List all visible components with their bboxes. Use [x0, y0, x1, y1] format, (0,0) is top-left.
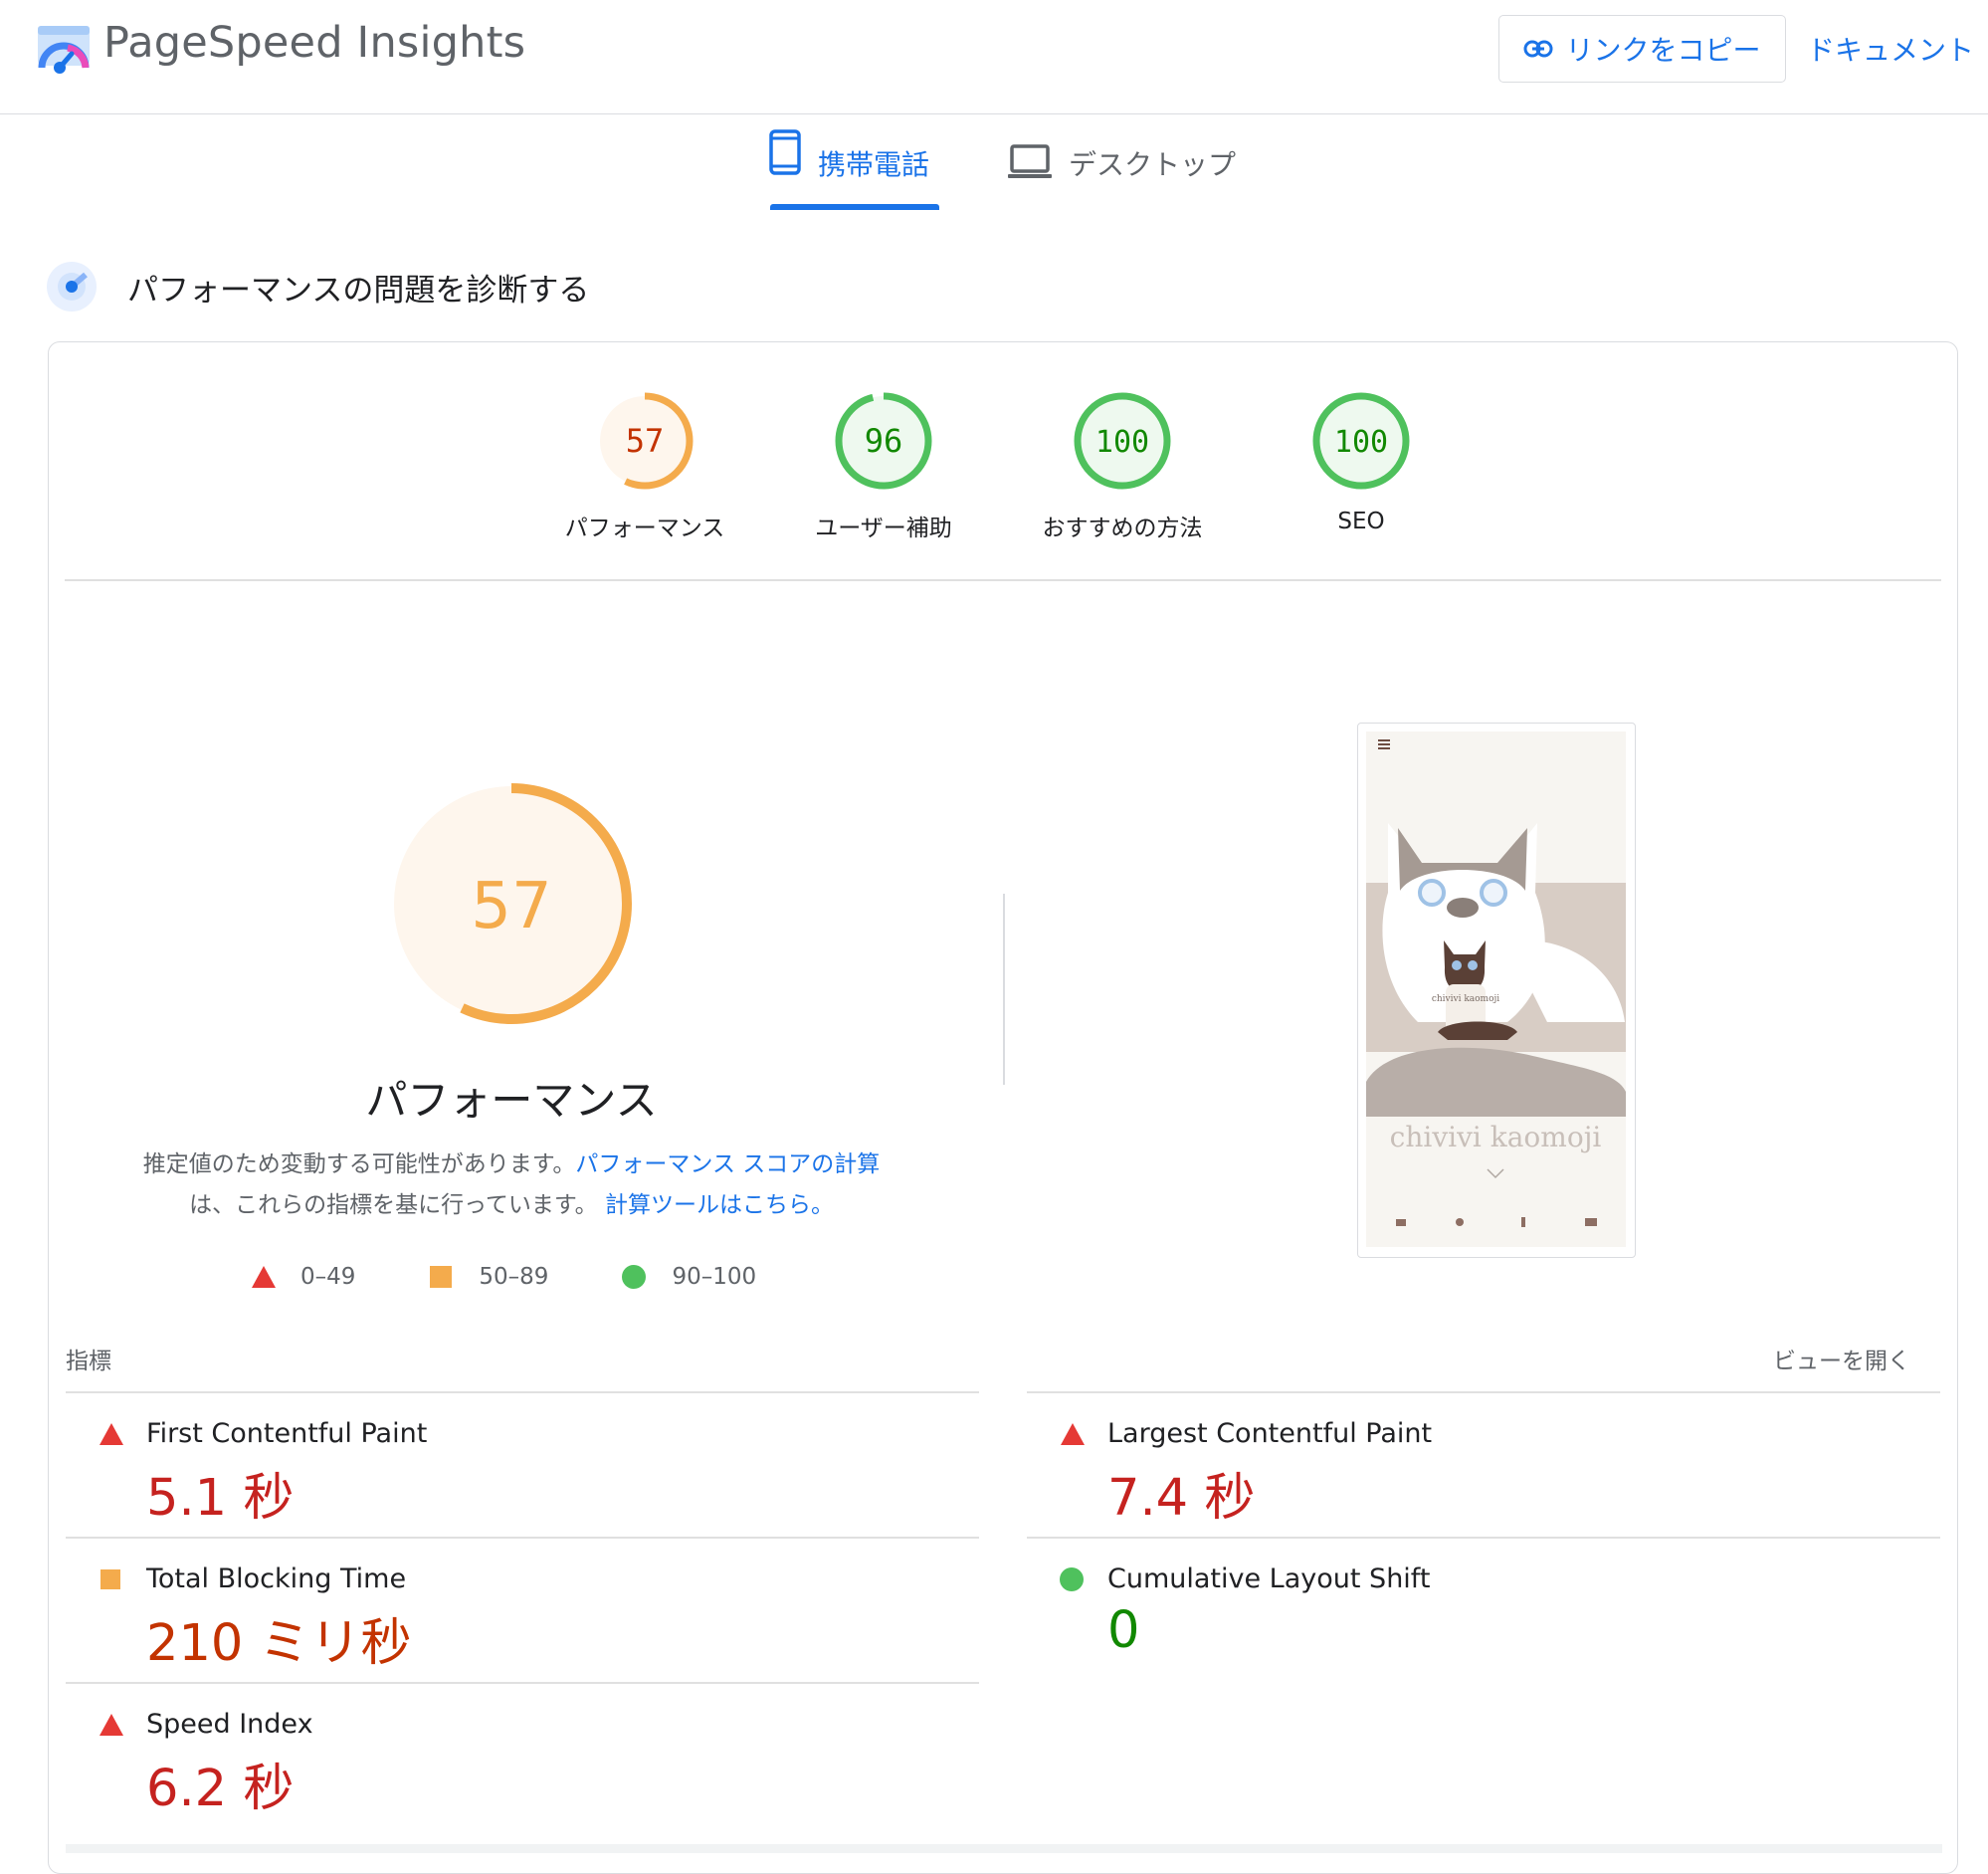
- thumbnail-small-brand: chivivi kaomoji: [1432, 994, 1499, 1004]
- metric-divider: [66, 1537, 979, 1539]
- desc-text: 推定値のため変動する可能性があります。: [142, 1151, 576, 1177]
- circle-pass-icon: [1060, 1567, 1084, 1591]
- triangle-fail-icon: [99, 1714, 123, 1736]
- performance-score: 57: [471, 870, 551, 943]
- performance-title: パフォーマンス: [365, 1076, 658, 1125]
- metric-divider: [1027, 1537, 1940, 1539]
- tab-desktop[interactable]: デスクトップ: [1007, 129, 1236, 183]
- metric-name: Total Blocking Time: [146, 1563, 407, 1594]
- desc-text: は、これらの指標を基に行っています。: [189, 1192, 598, 1218]
- link-icon: [1523, 40, 1553, 58]
- score-gauge-performance[interactable]: 57 パフォーマンス: [525, 391, 764, 542]
- page-screenshot-thumbnail[interactable]: chivivi kaomoji chivivi kaomoji: [1357, 723, 1636, 1258]
- metric-divider: [66, 1682, 979, 1684]
- triangle-fail-icon: [99, 1423, 123, 1445]
- score-value: 100: [1095, 425, 1149, 460]
- performance-description: 推定値のため変動する可能性があります。パフォーマンス スコアの計算 は、これらの…: [99, 1145, 923, 1226]
- score-ring: 57: [596, 392, 694, 490]
- metric-name: Largest Contentful Paint: [1107, 1418, 1433, 1449]
- circle-pass-icon: [622, 1265, 647, 1289]
- score-value: 96: [865, 422, 903, 460]
- legend-average: 50–89: [429, 1264, 548, 1290]
- legend-average-label: 50–89: [479, 1264, 549, 1290]
- metric-value: 5.1 秒: [146, 1469, 295, 1528]
- metric-value: 6.2 秒: [146, 1760, 295, 1818]
- triangle-fail-icon: [1061, 1423, 1085, 1445]
- score-label: おすすめの方法: [1042, 516, 1203, 541]
- score-label: SEO: [1337, 509, 1385, 534]
- score-value: 57: [626, 422, 665, 460]
- docs-link[interactable]: ドキュメント: [1807, 29, 1974, 69]
- legend-fail: 0–49: [251, 1264, 355, 1290]
- metric-name: Cumulative Layout Shift: [1107, 1563, 1431, 1594]
- vertical-divider: [1003, 894, 1005, 1085]
- metrics-section-label: 指標: [66, 1349, 111, 1374]
- score-gauge-seo[interactable]: 100 SEO: [1242, 391, 1481, 534]
- triangle-fail-icon: [252, 1266, 276, 1288]
- score-gauge-best-practices[interactable]: 100 おすすめの方法: [1003, 391, 1242, 542]
- performance-gauge: 57: [391, 783, 632, 1024]
- menu-icon: [1378, 739, 1390, 749]
- score-label: パフォーマンス: [564, 516, 725, 541]
- metric-name: Speed Index: [146, 1709, 313, 1740]
- laptop-icon: [1008, 144, 1052, 178]
- square-average-icon: [430, 1266, 453, 1288]
- tab-active-indicator: [770, 204, 939, 210]
- app-title: PageSpeed Insights: [103, 18, 526, 68]
- calculator-link[interactable]: 計算ツールはこちら。: [605, 1192, 834, 1218]
- screenshot-image: chivivi kaomoji chivivi kaomoji: [1366, 731, 1626, 1247]
- diagnose-section-title: パフォーマンスの問題を診断する: [127, 273, 590, 309]
- expand-view-toggle[interactable]: ビューを開く: [1773, 1342, 1910, 1375]
- score-gauge-accessibility[interactable]: 96 ユーザー補助: [764, 391, 1003, 542]
- legend-pass-label: 90–100: [672, 1264, 757, 1290]
- score-ring: 100: [1312, 392, 1410, 490]
- smartphone-icon: [769, 129, 801, 175]
- metric-value: 0: [1107, 1601, 1140, 1660]
- score-ring: 100: [1074, 392, 1171, 490]
- metric-value: 210 ミリ秒: [146, 1614, 412, 1673]
- diagnose-lab-icon: [47, 262, 97, 312]
- pagespeed-logo-icon[interactable]: [38, 24, 92, 78]
- thumbnail-brand: chivivi kaomoji: [1390, 1121, 1602, 1153]
- tab-desktop-label: デスクトップ: [1069, 148, 1237, 181]
- score-label: ユーザー補助: [815, 516, 952, 541]
- copy-link-button[interactable]: リンクをコピー: [1498, 15, 1786, 83]
- score-value: 100: [1334, 425, 1388, 460]
- metric-value: 7.4 秒: [1107, 1469, 1256, 1528]
- score-legend: 0–49 50–89 90–100: [251, 1264, 830, 1290]
- divider: [65, 579, 1941, 581]
- score-calc-link[interactable]: パフォーマンス スコアの計算: [575, 1151, 880, 1177]
- legend-pass: 90–100: [622, 1264, 756, 1290]
- metric-name: First Contentful Paint: [146, 1418, 428, 1449]
- metric-divider: [66, 1391, 979, 1393]
- legend-fail-label: 0–49: [300, 1264, 356, 1290]
- copy-link-label: リンクをコピー: [1565, 34, 1761, 67]
- score-ring: 96: [835, 392, 932, 490]
- metric-divider: [1027, 1391, 1940, 1393]
- tab-mobile[interactable]: 携帯電話: [768, 129, 929, 211]
- square-average-icon: [100, 1569, 120, 1589]
- next-section-strip: [66, 1844, 1942, 1853]
- tab-mobile-label: 携帯電話: [818, 148, 930, 181]
